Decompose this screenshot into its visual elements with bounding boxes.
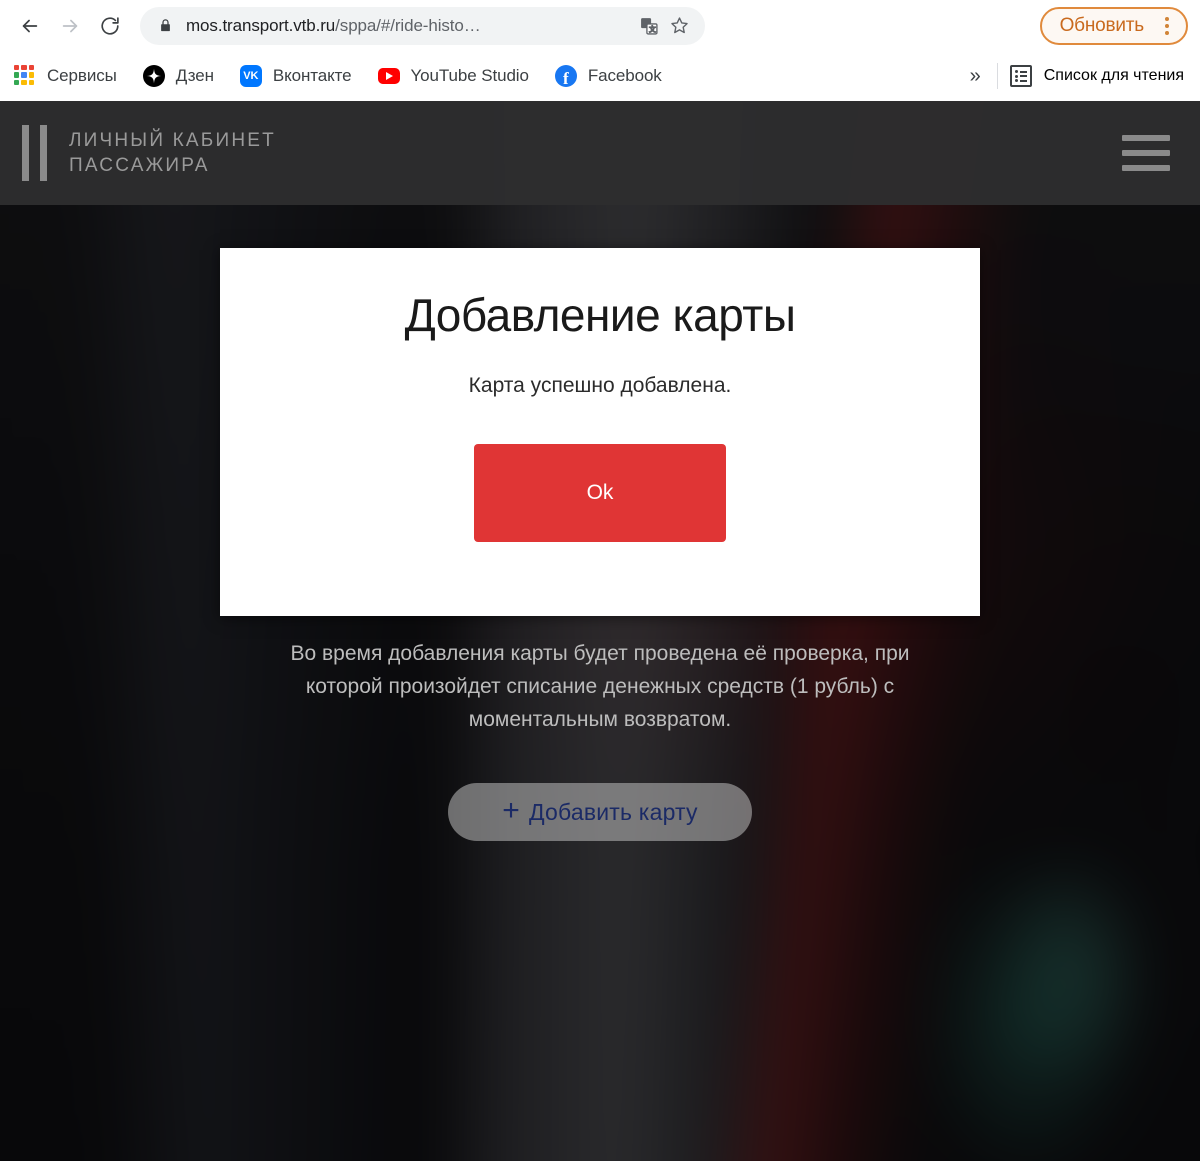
bookmark-label: Вконтакте <box>272 66 352 85</box>
bookmark-servisy[interactable]: Сервисы <box>14 59 127 93</box>
bookmark-label: Facebook <box>587 66 662 85</box>
bookmark-label: YouTube Studio <box>410 66 529 85</box>
forward-button[interactable] <box>50 6 90 46</box>
bookmark-youtube-studio[interactable]: YouTube Studio <box>377 59 539 93</box>
bookmark-dzen[interactable]: Дзен <box>142 59 224 93</box>
ok-button[interactable]: Ok <box>474 444 726 542</box>
arrow-right-icon <box>59 15 81 37</box>
dzen-icon <box>142 65 165 87</box>
star-icon[interactable] <box>665 12 693 40</box>
dialog-title: Добавление карты <box>404 289 796 341</box>
arrow-left-icon <box>19 15 41 37</box>
bookmark-label: Сервисы <box>47 66 117 85</box>
site-header: ЛИЧНЫЙ КАБИНЕТ ПАССАЖИРА <box>0 101 1200 205</box>
add-card-dialog: Добавление карты Карта успешно добавлена… <box>220 248 980 616</box>
logo-line-2: ПАССАЖИРА <box>69 155 210 176</box>
translate-icon[interactable]: G 文 <box>635 12 663 40</box>
hamburger-menu-icon[interactable] <box>1122 135 1170 171</box>
update-button[interactable]: Обновить <box>1039 6 1188 45</box>
youtube-icon <box>377 65 400 87</box>
bookmarks-bar-right-group: » Список для чтения <box>956 63 1188 89</box>
back-button[interactable] <box>10 6 50 46</box>
bookmarks-divider <box>996 63 998 89</box>
add-card-button-label: Добавить карту <box>528 798 698 825</box>
dialog-message: Карта успешно добавлена. <box>468 374 732 397</box>
update-button-label: Обновить <box>1059 14 1145 36</box>
browser-chrome: mos.transport.vtb.ru/sppa/#/ride-histo… … <box>0 0 1200 101</box>
bookmarks-bar: Сервисы Дзен VK Вконтакте YouTube Studio… <box>0 51 1200 101</box>
reading-list-label: Список для чтения <box>1043 67 1184 84</box>
lock-icon <box>158 17 173 34</box>
plus-icon: + <box>502 793 520 827</box>
browser-toolbar: mos.transport.vtb.ru/sppa/#/ride-histo… … <box>0 0 1200 51</box>
bookmarks-overflow-button[interactable]: » <box>956 65 995 88</box>
vk-icon: VK <box>239 65 262 87</box>
bookmark-vkontakte[interactable]: VK Вконтакте <box>239 59 362 93</box>
site-logo[interactable]: ЛИЧНЫЙ КАБИНЕТ ПАССАЖИРА <box>22 125 276 181</box>
bookmark-facebook[interactable]: f Facebook <box>554 59 672 93</box>
url-text[interactable]: mos.transport.vtb.ru/sppa/#/ride-histo… <box>186 16 633 36</box>
bookmark-label: Дзен <box>175 66 214 85</box>
logo-line-1: ЛИЧНЫЙ КАБИНЕТ <box>69 130 276 151</box>
logo-text: ЛИЧНЫЙ КАБИНЕТ ПАССАЖИРА <box>69 128 276 178</box>
add-card-button[interactable]: + Добавить карту <box>448 783 752 841</box>
toolbar-right-group: Обновить <box>1039 6 1190 45</box>
svg-text:文: 文 <box>649 24 656 33</box>
logo-bars-icon <box>22 125 47 181</box>
address-bar[interactable]: mos.transport.vtb.ru/sppa/#/ride-histo… … <box>140 6 705 45</box>
info-paragraph-2: Во время добавления карты будет проведен… <box>290 642 910 731</box>
reload-icon <box>99 15 121 37</box>
reading-list-button[interactable]: Список для чтения <box>1009 65 1188 87</box>
reading-list-icon <box>1009 65 1032 87</box>
web-page: ЛИЧНЫЙ КАБИНЕТ ПАССАЖИРА Для просмотра и… <box>0 101 1200 1161</box>
google-apps-grid-icon <box>14 65 36 87</box>
reload-button[interactable] <box>90 6 130 46</box>
facebook-icon: f <box>554 65 577 87</box>
three-dots-menu-icon[interactable] <box>1158 14 1176 38</box>
